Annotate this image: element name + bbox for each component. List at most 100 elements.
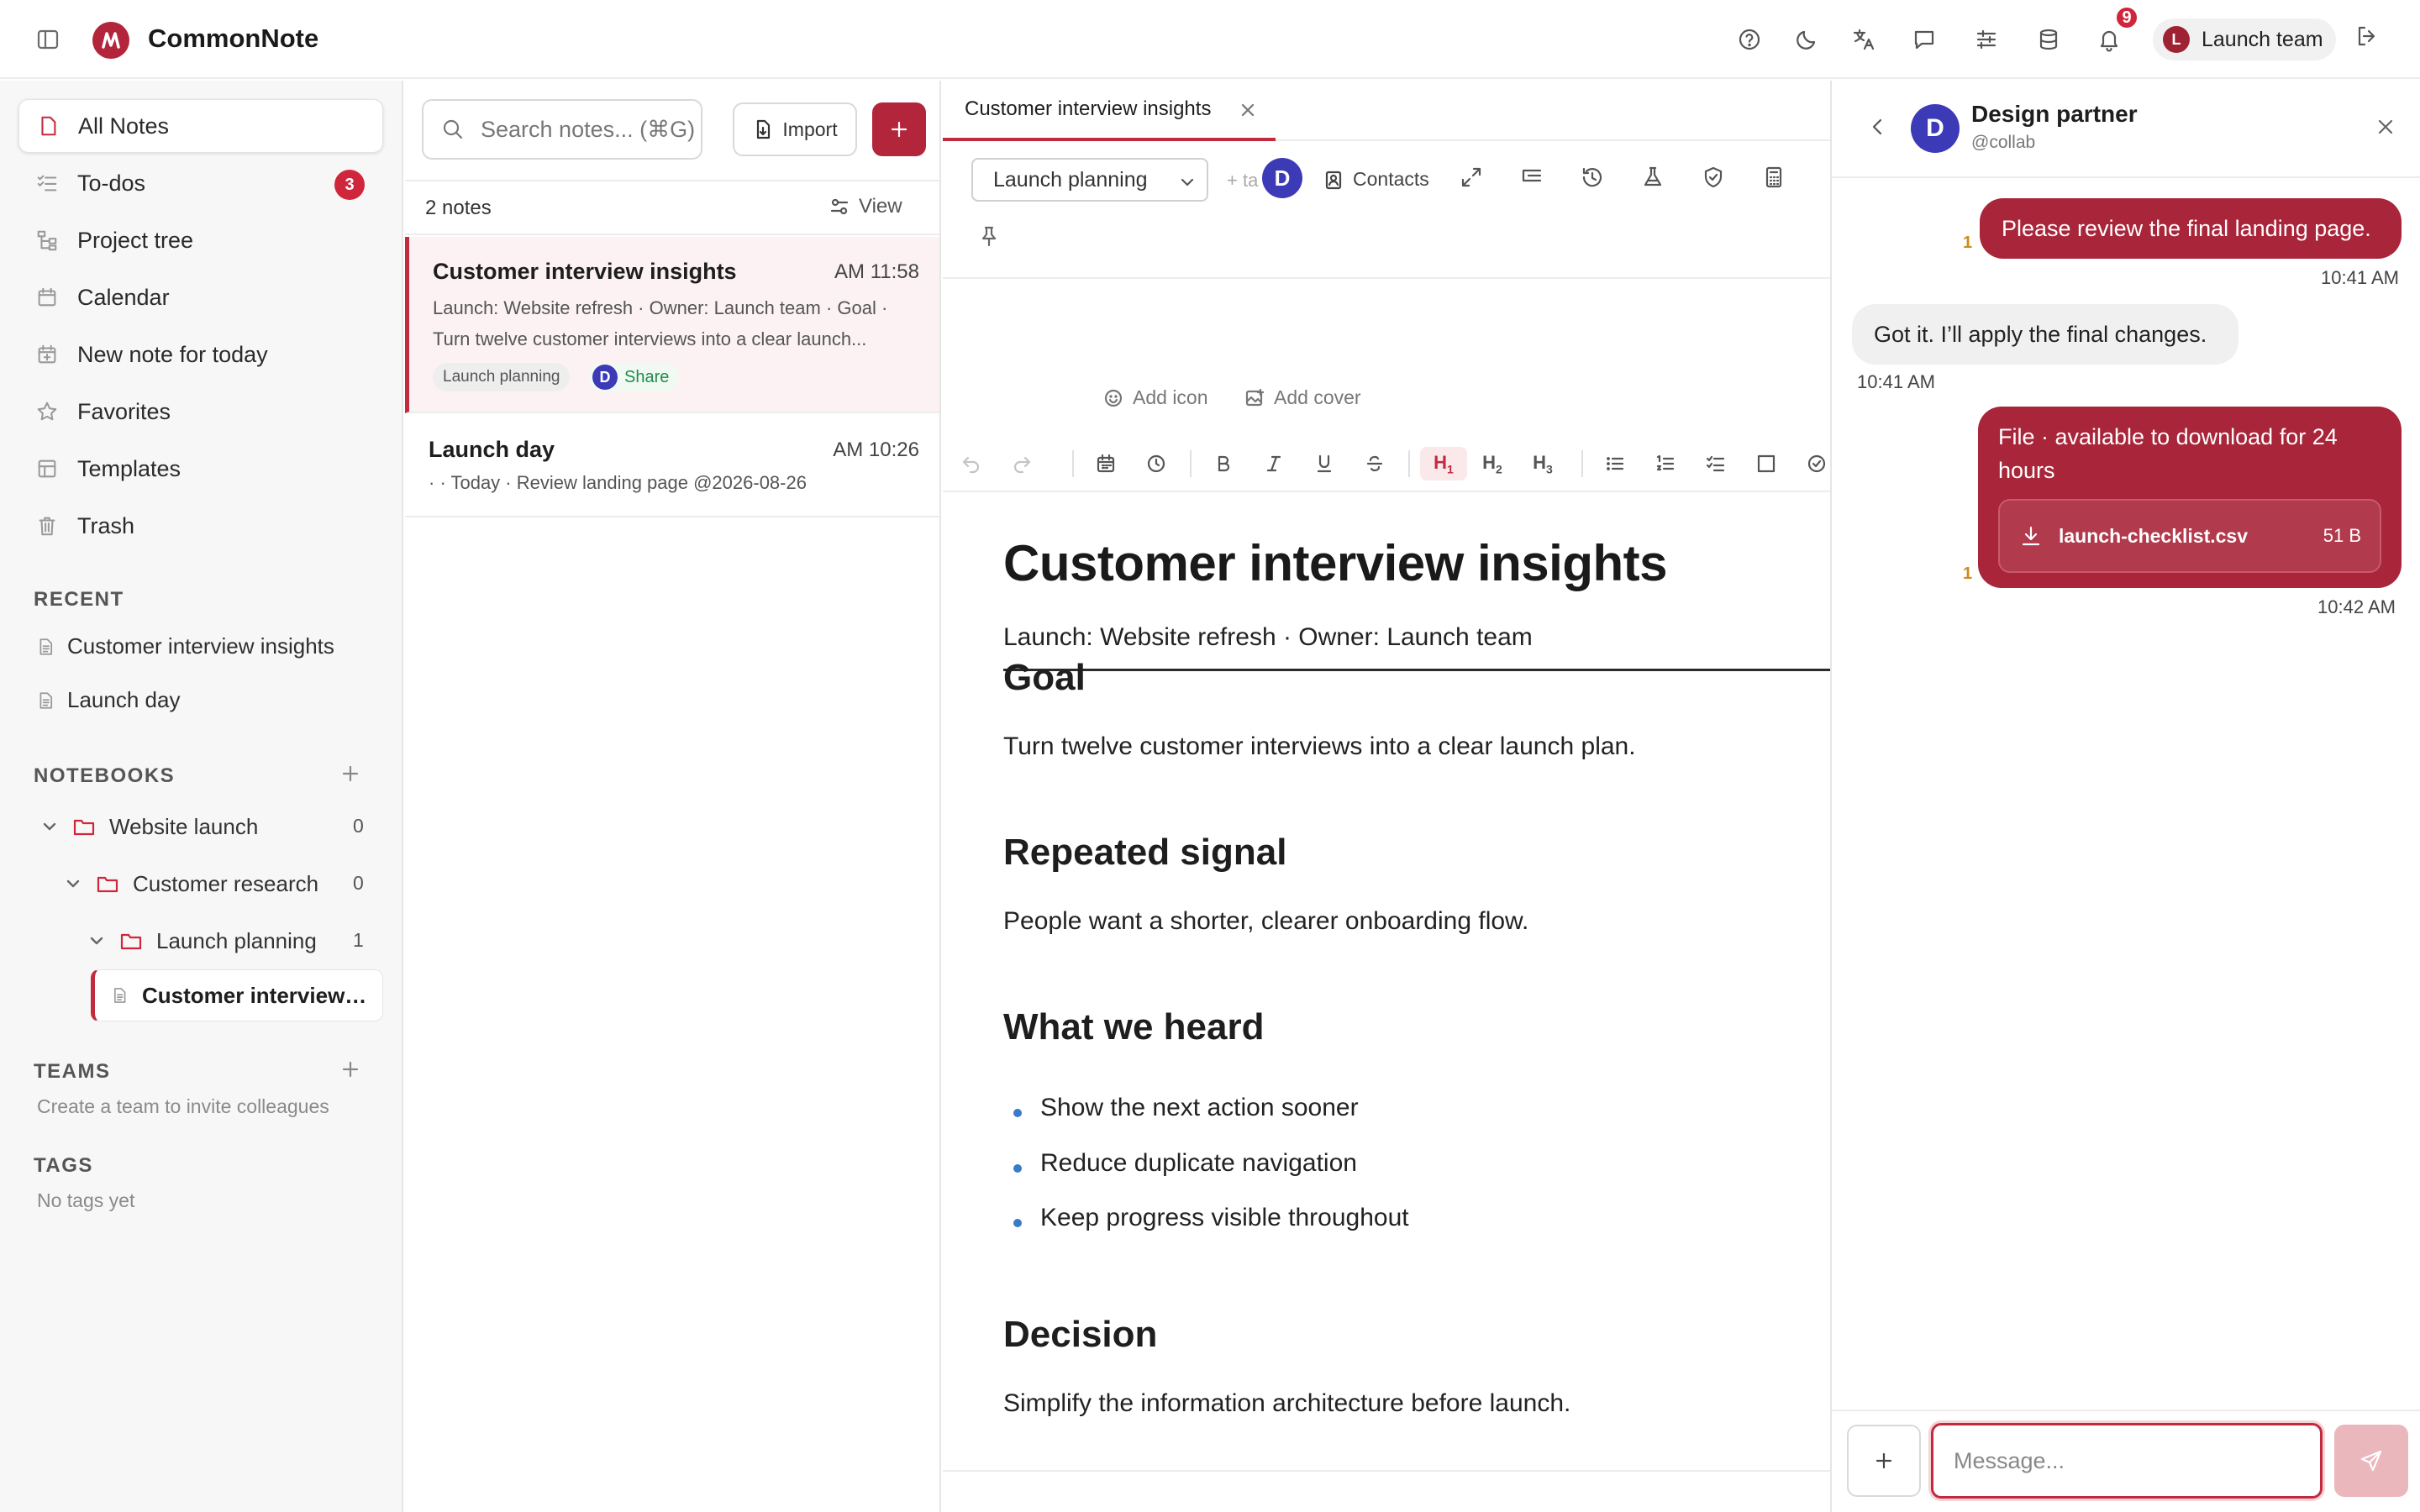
doc-paragraph[interactable]: Simplify the information architecture be… [1003, 1389, 1570, 1418]
doc-heading[interactable]: Goal [1003, 657, 1086, 699]
teams-heading: TEAMS [34, 1060, 111, 1083]
add-tag-hint[interactable]: + ta [1227, 170, 1258, 192]
checklist-icon[interactable] [1699, 447, 1733, 480]
sidebar-item-all-notes[interactable]: All Notes [18, 99, 383, 153]
message-input[interactable] [1931, 1423, 2323, 1499]
doc-meta[interactable]: Launch: Website refresh · Owner: Launch … [1003, 623, 1830, 671]
underline-icon[interactable] [1307, 447, 1341, 480]
message-incoming[interactable]: Got it. I’ll apply the final changes. [1852, 304, 2238, 365]
import-button[interactable]: Import [733, 102, 857, 156]
notebook-label: Customer research [133, 870, 319, 896]
note-tag[interactable]: Launch planning [433, 363, 571, 391]
back-chevron-icon[interactable] [1865, 114, 1891, 139]
logout-icon[interactable] [2354, 24, 2380, 49]
bullet-list-icon[interactable] [1598, 447, 1632, 480]
undo-icon[interactable] [955, 447, 988, 480]
heading-1-button[interactable]: H1 [1420, 447, 1467, 480]
doc-list-item[interactable]: Show the next action sooner [1040, 1094, 1359, 1122]
insert-date-icon[interactable] [1089, 447, 1123, 480]
new-note-button[interactable] [872, 102, 926, 156]
view-options-button[interactable]: View [829, 195, 902, 218]
message-file: File · available to download for 24 hour… [1978, 407, 2402, 588]
notebook-launch-planning[interactable]: Launch planning [87, 916, 317, 966]
file-attachment[interactable]: launch-checklist.csv 51 B [1998, 499, 2381, 573]
notebooks-heading: NOTEBOOKS [34, 764, 176, 787]
notification-count-badge: 9 [2114, 5, 2139, 30]
doc-title[interactable]: Customer interview insights [1003, 534, 1668, 592]
contact-name: Design partner [1971, 101, 2138, 127]
numbered-list-icon[interactable] [1649, 447, 1682, 480]
outline-icon[interactable] [1519, 165, 1544, 190]
sidebar-item-calendar[interactable]: Calendar [18, 270, 383, 324]
chat-icon[interactable] [1908, 24, 1940, 55]
moon-icon[interactable] [1791, 24, 1823, 55]
sliders-icon[interactable] [1970, 24, 2002, 55]
heading-2-button[interactable]: H2 [1476, 447, 1509, 480]
doc-list-item[interactable]: Reduce duplicate navigation [1040, 1149, 1357, 1178]
search-box[interactable] [422, 99, 702, 160]
note-card[interactable]: Customer interview insights AM 11:58 Lau… [405, 237, 939, 413]
notebook-select[interactable]: Launch planning [971, 158, 1208, 202]
sidebar-toggle-icon[interactable] [35, 27, 60, 52]
notebook-customer-research[interactable]: Customer research [64, 858, 318, 909]
user-menu-button[interactable]: L Launch team [2153, 18, 2336, 60]
translate-icon[interactable] [1848, 24, 1880, 55]
italic-icon[interactable] [1257, 447, 1291, 480]
insert-time-icon[interactable] [1139, 447, 1173, 480]
flask-icon[interactable] [1640, 165, 1665, 190]
sidebar-item-new-note-today[interactable]: New note for today [18, 328, 383, 381]
add-cover-button[interactable]: Add cover [1244, 386, 1361, 409]
bold-icon[interactable] [1207, 447, 1240, 480]
calculator-icon[interactable] [1761, 165, 1786, 190]
doc-paragraph[interactable]: People want a shorter, clearer onboardin… [1003, 907, 1528, 936]
note-card[interactable]: Launch day AM 10:26 · · Today · Review l… [405, 415, 939, 517]
add-icon-button[interactable]: Add icon [1102, 386, 1208, 409]
doc-list-item[interactable]: Keep progress visible throughout [1040, 1204, 1409, 1232]
message-outgoing[interactable]: Please review the final landing page. [1980, 198, 2402, 259]
pin-icon[interactable] [976, 223, 1002, 249]
sidebar-item-templates[interactable]: Templates [18, 442, 383, 496]
redo-icon[interactable] [1005, 447, 1039, 480]
expand-icon[interactable] [1459, 165, 1484, 190]
notebook-website-launch[interactable]: Website launch [40, 801, 258, 852]
heading-3-button[interactable]: H3 [1526, 447, 1560, 480]
chevron-down-icon[interactable] [87, 932, 106, 950]
history-icon[interactable] [1580, 165, 1605, 190]
recent-item[interactable]: Launch day [35, 687, 180, 713]
collaborator-avatar[interactable]: D [1262, 158, 1302, 198]
tree-note-active[interactable]: Customer interview insights [91, 969, 383, 1021]
doc-heading[interactable]: What we heard [1003, 1006, 1265, 1048]
share-chip[interactable]: D Share [589, 363, 680, 391]
notebook-count: 0 [353, 815, 364, 837]
help-icon[interactable] [1733, 24, 1765, 55]
database-icon[interactable] [2033, 24, 2065, 55]
strikethrough-icon[interactable] [1358, 447, 1392, 480]
read-receipt: 1 [1963, 564, 1973, 583]
doc-heading[interactable]: Decision [1003, 1314, 1157, 1356]
teams-empty-hint: Create a team to invite colleagues [37, 1095, 329, 1117]
chevron-down-icon[interactable] [40, 817, 59, 836]
close-tab-icon[interactable] [1237, 99, 1259, 121]
sidebar-item-project-tree[interactable]: Project tree [18, 213, 383, 267]
calendar-icon [38, 287, 56, 307]
shield-check-icon[interactable] [1701, 165, 1726, 190]
check-circle-icon[interactable] [1800, 447, 1830, 480]
add-notebook-icon[interactable] [339, 763, 361, 785]
box-icon[interactable] [1749, 447, 1783, 480]
doc-heading[interactable]: Repeated signal [1003, 832, 1286, 874]
sidebar-item-trash[interactable]: Trash [18, 499, 383, 553]
send-button[interactable] [2334, 1425, 2408, 1497]
attach-button[interactable] [1847, 1425, 1921, 1497]
view-label: View [859, 195, 902, 218]
close-icon[interactable] [2373, 114, 2398, 139]
chevron-down-icon[interactable] [64, 874, 82, 893]
sidebar-item-favorites[interactable]: Favorites [18, 385, 383, 438]
tree-icon [37, 230, 57, 251]
sidebar-item-todos[interactable]: To-dos 3 [18, 156, 383, 210]
search-input[interactable] [481, 116, 699, 143]
contacts-button[interactable]: Contacts [1323, 168, 1429, 191]
tab-customer-interview-insights[interactable]: Customer interview insights [943, 81, 1276, 141]
add-team-icon[interactable] [339, 1058, 361, 1080]
doc-paragraph[interactable]: Turn twelve customer interviews into a c… [1003, 732, 1636, 761]
recent-item[interactable]: Customer interview insights [35, 633, 334, 659]
